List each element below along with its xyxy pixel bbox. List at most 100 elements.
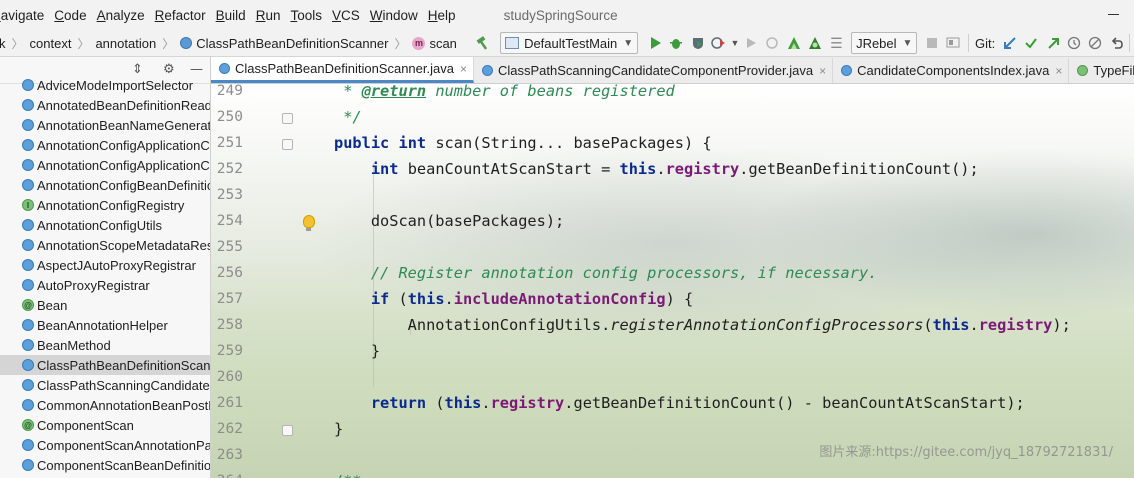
class-icon	[22, 399, 34, 411]
history-icon[interactable]	[1064, 32, 1083, 54]
editor-tab[interactable]: ClassPathScanningCandidateComponentProvi…	[474, 58, 834, 83]
breadcrumb-module[interactable]: k 〉	[0, 35, 30, 52]
menu-run[interactable]: Run	[256, 8, 287, 23]
editor-tab[interactable]: CandidateComponentsIndex.java ×	[833, 58, 1070, 83]
class-icon	[180, 37, 193, 49]
breadcrumb-method[interactable]: m scan	[412, 36, 457, 51]
breadcrumb-package-context[interactable]: context 〉	[30, 35, 96, 52]
tree-item[interactable]: AnnotationConfigApplicationContextExt	[0, 155, 210, 175]
code-editor[interactable]: 249 250 251 252 253 254 255 256 257 258 259 260 261 2…	[211, 84, 1134, 478]
line-number: 256	[216, 265, 243, 281]
code-area[interactable]: * @return number of beans registered */ p…	[334, 84, 1134, 478]
jrebel-dropdown[interactable]: JRebel ▼	[851, 32, 918, 54]
tree-item[interactable]: AnnotatedBeanDefinitionReader	[0, 95, 210, 115]
structure-icon[interactable]	[944, 32, 963, 54]
breadcrumb-separator-icon: 〉	[77, 36, 90, 51]
breadcrumb-class[interactable]: ClassPathBeanDefinitionScanner 〉	[180, 35, 412, 52]
code-line[interactable]: /**	[334, 473, 362, 478]
menu-code[interactable]: Code	[54, 8, 92, 23]
code-token: registry	[665, 160, 740, 178]
editor-tab[interactable]: ClassPathBeanDefinitionScanner.java ×	[211, 57, 474, 83]
code-token: int	[398, 134, 427, 152]
tree-item[interactable]: AspectJAutoProxyRegistrar	[0, 255, 210, 275]
close-icon[interactable]: ×	[819, 64, 826, 78]
fold-end-icon[interactable]	[282, 425, 293, 436]
jrebel-run-icon[interactable]	[784, 32, 803, 54]
tree-item[interactable]: ComponentScanAnnotationParser	[0, 435, 210, 455]
tree-item[interactable]: AnnotationConfigUtils	[0, 215, 210, 235]
tree-item[interactable]: AdviceModeImportSelector	[0, 75, 210, 95]
git-commit-icon[interactable]	[1022, 32, 1041, 54]
menu-window[interactable]: Window	[370, 8, 424, 23]
code-line[interactable]: return (this.registry.getBeanDefinitionC…	[334, 395, 1025, 421]
code-line[interactable]: }	[334, 421, 343, 447]
jrebel-debug-icon[interactable]	[805, 32, 824, 54]
tree-item[interactable]: BeanMethod	[0, 335, 210, 355]
menu-tools[interactable]: Tools	[290, 8, 328, 23]
chevron-down-icon: ▼	[902, 37, 913, 49]
run-disabled-icon[interactable]	[741, 32, 760, 54]
tree-item[interactable]: ClassPathBeanDefinitionScanner	[0, 355, 210, 375]
code-line[interactable]: AnnotationConfigUtils.registerAnnotation…	[334, 317, 1071, 343]
code-line[interactable]: */	[334, 109, 361, 135]
menu-build[interactable]: Build	[216, 8, 252, 23]
code-line[interactable]: if (this.includeAnnotationConfig) {	[334, 291, 693, 317]
run-icon[interactable]	[645, 32, 664, 54]
tree-item[interactable]: AnnotationBeanNameGenerator	[0, 115, 210, 135]
undo-icon[interactable]	[1107, 32, 1126, 54]
close-icon[interactable]: ×	[460, 62, 467, 76]
code-token: scan(String... basePackages) {	[426, 134, 712, 152]
class-icon	[22, 219, 34, 231]
chevron-down-icon[interactable]: ▼	[731, 32, 740, 54]
stop-icon[interactable]	[922, 32, 941, 54]
close-icon[interactable]: ×	[1055, 64, 1062, 78]
tree-item[interactable]: AnnotationConfigBeanDefinitionParser	[0, 175, 210, 195]
tree-item[interactable]: I AnnotationConfigRegistry	[0, 195, 210, 215]
minimize-icon[interactable]	[1108, 6, 1120, 18]
code-line[interactable]: // Register annotation config processors…	[334, 265, 878, 291]
tree-item[interactable]: @ Bean	[0, 295, 210, 315]
attach-debugger-icon[interactable]	[763, 32, 782, 54]
code-line[interactable]: public int scan(String... basePackages) …	[334, 135, 712, 161]
editor-tab[interactable]: TypeFilter	[1069, 58, 1134, 83]
tree-item[interactable]: AnnotationScopeMetadataResolver	[0, 235, 210, 255]
line-number: 262	[216, 421, 243, 437]
fold-end-icon[interactable]	[282, 113, 293, 124]
code-token: registry	[490, 394, 565, 412]
coverage-icon[interactable]	[688, 32, 707, 54]
git-update-icon[interactable]	[1000, 32, 1019, 54]
code-token: AnnotationConfigUtils.	[334, 316, 611, 334]
run-configuration-dropdown[interactable]: DefaultTestMain ▼	[500, 32, 639, 54]
tree-item[interactable]: @ ComponentScan	[0, 415, 210, 435]
tree-item[interactable]: AutoProxyRegistrar	[0, 275, 210, 295]
toolbar-divider	[968, 34, 969, 52]
menu-navigate[interactable]: Navigate	[0, 8, 50, 23]
code-line[interactable]: }	[334, 343, 380, 369]
code-line[interactable]: doScan(basePackages);	[334, 213, 564, 239]
menu-analyze[interactable]: Analyze	[97, 8, 151, 23]
tree-item[interactable]: CommonAnnotationBeanPostProcessor	[0, 395, 210, 415]
profile-icon[interactable]	[709, 32, 728, 54]
debug-icon[interactable]	[667, 32, 686, 54]
tree-item[interactable]: AnnotationConfigApplicationContext	[0, 135, 210, 155]
tree-item-label: AnnotatedBeanDefinitionReader	[37, 97, 210, 113]
tree-item[interactable]: BeanAnnotationHelper	[0, 315, 210, 335]
menu-bar: Navigate Code Analyze Refactor Build Run…	[0, 0, 1134, 30]
git-push-icon[interactable]	[1043, 32, 1062, 54]
project-tree: AdviceModeImportSelector AnnotatedBeanDef…	[0, 75, 210, 475]
annotate-icon[interactable]	[1086, 32, 1105, 54]
breadcrumb-package-annotation[interactable]: annotation 〉	[95, 35, 180, 52]
fold-start-icon[interactable]	[282, 139, 293, 150]
editor-tab-label: CandidateComponentsIndex.java	[857, 63, 1050, 78]
code-line[interactable]: * @return number of beans registered	[334, 84, 675, 109]
intention-bulb-icon[interactable]	[303, 215, 315, 231]
menu-vcs[interactable]: VCS	[332, 8, 366, 23]
interface-icon: I	[22, 199, 34, 211]
menu-refactor[interactable]: Refactor	[155, 8, 212, 23]
menu-help[interactable]: Help	[428, 8, 462, 23]
tree-item[interactable]: ClassPathScanningCandidateComponentProvi…	[0, 375, 210, 395]
select-icon[interactable]: ☰	[827, 32, 846, 54]
hammer-icon[interactable]	[474, 32, 493, 54]
code-line[interactable]: int beanCountAtScanStart = this.registry…	[334, 161, 979, 187]
tree-item[interactable]: ComponentScanBeanDefinitionParser	[0, 455, 210, 475]
